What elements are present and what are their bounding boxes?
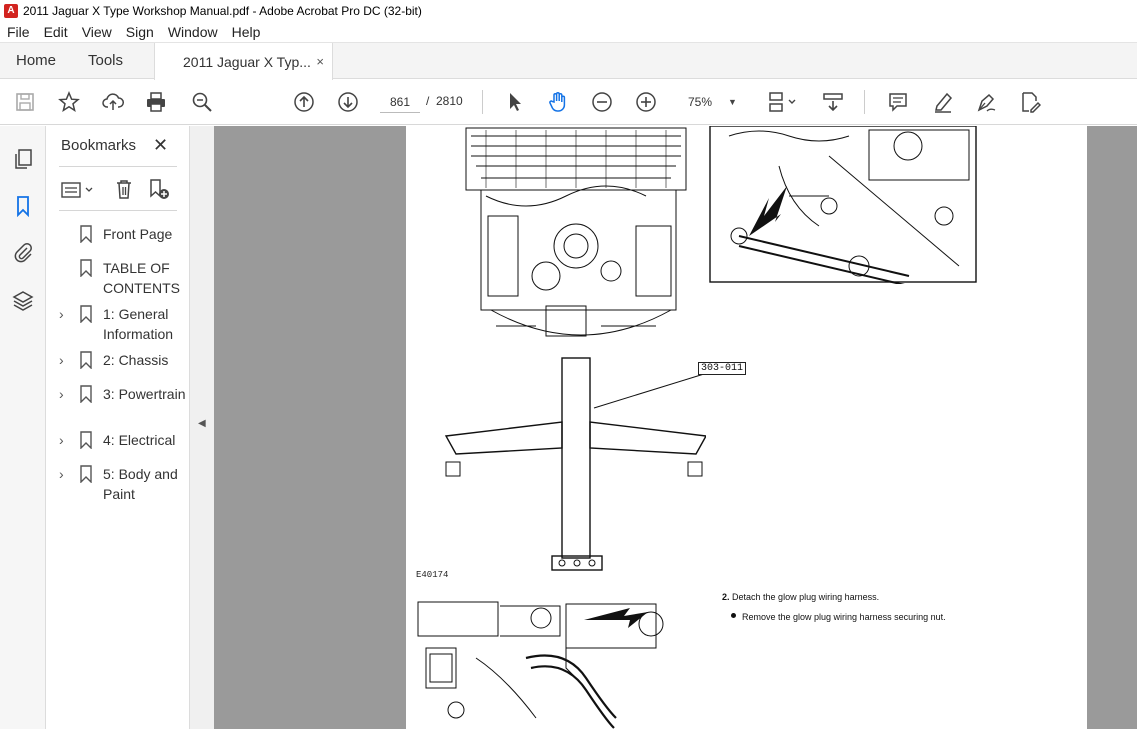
menu-edit[interactable]: Edit (37, 24, 75, 40)
bookmark-panel-icon[interactable] (10, 193, 36, 219)
tool-callout: 303-011 (698, 362, 747, 375)
close-icon[interactable]: ✕ (153, 135, 168, 156)
chevron-right-icon[interactable]: › (59, 306, 64, 322)
bookmark-icon (79, 465, 93, 486)
hand-tool-icon[interactable] (545, 90, 571, 114)
page-layout-icon[interactable] (764, 90, 800, 114)
bookmark-label: 5: Body and Paint (103, 466, 178, 502)
chevron-right-icon[interactable]: › (59, 386, 64, 402)
page-separator: / (426, 94, 430, 108)
bookmark-label: TABLE OF CONTENTS (103, 260, 180, 296)
panel-divider (59, 166, 177, 167)
page-number-input[interactable] (380, 91, 420, 113)
bookmark-label: 3: Powertrain (103, 386, 186, 402)
bookmark-icon (79, 225, 93, 246)
toolbar-divider (864, 90, 865, 114)
chevron-right-icon[interactable]: › (59, 352, 64, 368)
bookmark-icon (79, 259, 93, 280)
bookmark-icon (79, 431, 93, 452)
bookmarks-title: Bookmarks (61, 137, 137, 154)
bookmark-icon (79, 305, 93, 326)
collapse-arrow-icon[interactable]: ◀ (198, 418, 206, 429)
title-bar: A 2011 Jaguar X Type Workshop Manual.pdf… (0, 0, 1137, 21)
navigation-rail (0, 126, 46, 729)
engine-stand-illustration (444, 127, 706, 571)
tab-home[interactable]: Home (16, 43, 56, 79)
print-icon[interactable] (143, 90, 169, 114)
layers-icon[interactable] (10, 287, 36, 313)
menu-sign[interactable]: Sign (119, 24, 161, 40)
zoom-in-icon[interactable] (633, 90, 659, 114)
bookmark-label: Front Page (103, 226, 173, 242)
chevron-down-icon: ▼ (728, 97, 737, 107)
scroll-mode-icon[interactable] (820, 90, 846, 114)
bookmark-label: 2: Chassis (103, 352, 169, 368)
page-thumbnails-icon[interactable] (10, 146, 36, 172)
step-instruction: 2. Detach the glow plug wiring harness. (722, 592, 879, 602)
bookmark-tools (59, 178, 179, 204)
window-title: 2011 Jaguar X Type Workshop Manual.pdf -… (23, 3, 422, 18)
bullet-text: Remove the glow plug wiring harness secu… (742, 612, 946, 622)
delete-bookmark-icon[interactable] (113, 178, 135, 203)
toolbar-divider (482, 90, 483, 114)
toolbar: / 2810 75% ▼ (0, 80, 1137, 125)
detail-inset-illustration (709, 126, 977, 284)
bookmark-label: 4: Electrical (103, 432, 176, 448)
next-page-icon[interactable] (335, 90, 361, 114)
step-number: 2. (722, 592, 730, 602)
glow-plug-harness-illustration (417, 601, 664, 729)
edit-pdf-icon[interactable] (1017, 90, 1043, 114)
new-bookmark-icon[interactable] (147, 178, 171, 203)
menu-help[interactable]: Help (225, 24, 268, 40)
page-total: 2810 (436, 94, 463, 108)
figure-id-label: E40174 (416, 570, 449, 580)
chevron-right-icon[interactable]: › (59, 466, 64, 482)
tab-document-label: 2011 Jaguar X Typ... (183, 53, 311, 70)
bookmark-options-icon[interactable] (61, 180, 95, 203)
previous-page-icon[interactable] (291, 90, 317, 114)
cloud-upload-icon[interactable] (100, 90, 126, 114)
menu-view[interactable]: View (75, 24, 119, 40)
comment-icon[interactable] (885, 90, 911, 114)
menu-bar: File Edit View Sign Window Help (0, 21, 1137, 43)
save-icon[interactable] (12, 90, 38, 114)
pdf-page: 303-011 E40174 2. Detach the glow plug w… (406, 126, 1087, 729)
zoom-search-icon[interactable] (189, 90, 215, 114)
select-cursor-icon[interactable] (502, 90, 528, 114)
panel-divider (59, 210, 177, 211)
acrobat-icon: A (4, 3, 18, 18)
close-tab-icon[interactable]: × (316, 54, 324, 69)
bullet-instruction: Remove the glow plug wiring harness secu… (731, 612, 946, 622)
tab-document[interactable]: 2011 Jaguar X Typ... × (154, 43, 333, 80)
menu-window[interactable]: Window (161, 24, 225, 40)
bookmark-icon (79, 385, 93, 406)
zoom-out-icon[interactable] (589, 90, 615, 114)
menu-file[interactable]: File (0, 24, 37, 40)
step-text: Detach the glow plug wiring harness. (732, 592, 880, 602)
attachment-icon[interactable] (10, 239, 36, 265)
chevron-right-icon[interactable]: › (59, 432, 64, 448)
highlight-pen-icon[interactable] (930, 90, 956, 114)
bookmark-label: 1: General Information (103, 306, 174, 342)
bookmark-icon (79, 351, 93, 372)
bullet-dot (731, 613, 736, 618)
zoom-select[interactable]: 75% ▼ (680, 91, 742, 113)
bookmarks-panel: Bookmarks ✕ Front Page TABLE OF CONTENTS… (46, 126, 190, 729)
tab-tools[interactable]: Tools (88, 43, 123, 79)
document-viewer[interactable]: 303-011 E40174 2. Detach the glow plug w… (214, 126, 1137, 729)
zoom-value: 75% (688, 95, 713, 109)
tab-bar: Home Tools 2011 Jaguar X Typ... × (0, 43, 1137, 80)
panel-collapse-strip[interactable]: ◀ (190, 126, 214, 729)
star-icon[interactable] (56, 90, 82, 114)
sign-pen-icon[interactable] (973, 90, 999, 114)
